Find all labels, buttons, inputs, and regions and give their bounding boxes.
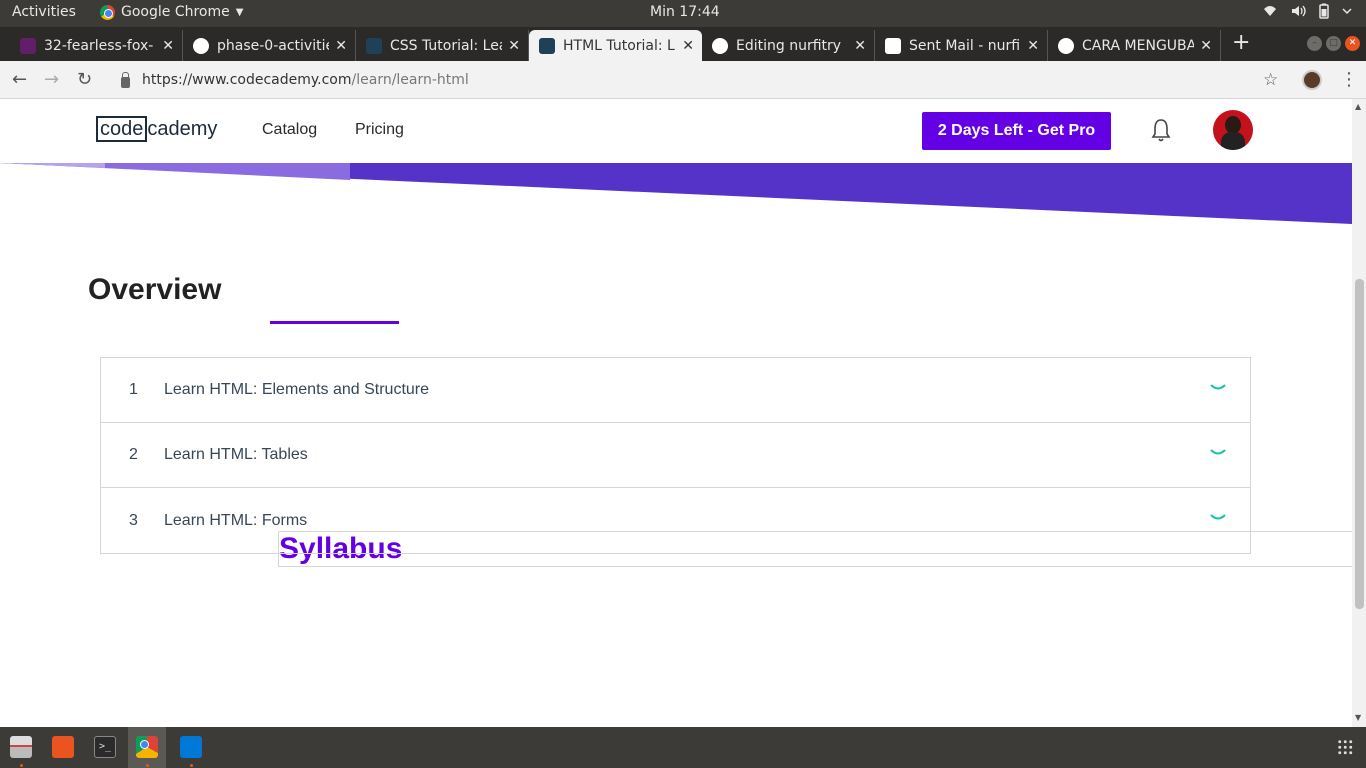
slack-icon [20, 37, 36, 54]
address-bar[interactable]: https://www.codecademy.com/learn/learn-h… [112, 66, 1292, 94]
banner-stripe [0, 163, 1352, 224]
back-icon[interactable]: ← [12, 69, 27, 90]
logo-cademy-text: cademy [147, 117, 218, 140]
forward-icon[interactable]: → [44, 69, 59, 90]
chevron-down-icon[interactable] [1209, 383, 1227, 393]
window-controls: – □ ✕ [1307, 36, 1360, 51]
syllabus-item[interactable]: 2 Learn HTML: Tables [101, 423, 1250, 488]
nav-pricing-link[interactable]: Pricing [355, 121, 404, 139]
chevron-down-icon[interactable] [1209, 448, 1227, 458]
chevron-down-icon[interactable] [1209, 513, 1227, 523]
syllabus-item-title: Learn HTML: Forms [164, 511, 308, 529]
browser-tab[interactable]: Sent Mail - nurfi ✕ [875, 30, 1048, 61]
browser-tab[interactable]: CARA MENGUBA ✕ [1048, 30, 1221, 61]
browser-tab[interactable]: CSS Tutorial: Lea ✕ [356, 30, 529, 61]
syllabus-item-number: 2 [129, 446, 138, 463]
chrome-icon [100, 4, 115, 20]
browser-tab[interactable]: Editing nurfitry ✕ [702, 30, 875, 61]
taskbar: >_ [0, 727, 1366, 768]
browser-tab-strip: 32-fearless-fox- ✕ phase-0-activitie ✕ CSS T… [0, 27, 1366, 61]
show-applications-icon[interactable] [1337, 739, 1353, 755]
browser-tab[interactable]: HTML Tutorial: L ✕ [529, 30, 702, 61]
tab-title: 32-fearless-fox- [44, 37, 154, 54]
files-icon[interactable] [10, 736, 32, 758]
bell-icon[interactable] [1150, 117, 1172, 143]
running-indicator [20, 764, 23, 767]
software-center-icon[interactable] [52, 736, 74, 758]
running-indicator [190, 764, 193, 767]
volume-icon [1292, 5, 1306, 17]
lock-icon [121, 71, 130, 88]
tab-title: CSS Tutorial: Lea [390, 37, 503, 54]
github-icon [193, 37, 209, 54]
syllabus-item-title: Learn HTML: Elements and Structure [164, 381, 430, 398]
app-name: Google Chrome [121, 4, 230, 20]
codecademy-logo[interactable]: code cademy [96, 115, 217, 143]
tab-overview[interactable]: Overview [88, 273, 221, 307]
gmail-icon [885, 37, 901, 54]
user-avatar[interactable] [1213, 110, 1253, 150]
page-scrollbar[interactable]: ▲ ▼ [1352, 99, 1366, 727]
syllabus-item-number: 3 [129, 511, 138, 529]
bookmark-star-icon[interactable]: ☆ [1263, 70, 1278, 90]
new-tab-button[interactable]: + [1232, 30, 1250, 55]
url-path: /learn/learn-html [351, 72, 469, 88]
active-tab-indicator [270, 321, 399, 324]
tab-title: CARA MENGUBA [1082, 37, 1195, 54]
menu-kebab-icon[interactable]: ⋮ [1340, 69, 1358, 90]
close-tab-icon[interactable]: ✕ [508, 38, 520, 54]
chrome-icon[interactable] [136, 736, 158, 758]
browser-tab[interactable]: phase-0-activitie ✕ [183, 30, 356, 61]
reload-icon[interactable]: ↻ [77, 69, 92, 90]
url-host: https://www.codecademy.com [142, 72, 352, 88]
nav-catalog-link[interactable]: Catalog [262, 121, 317, 139]
running-indicator [146, 764, 149, 767]
close-tab-icon[interactable]: ✕ [162, 38, 174, 54]
syllabus-item[interactable]: 3 Learn HTML: Forms [101, 488, 1250, 553]
codecademy-icon [366, 37, 382, 54]
tab-title: Editing nurfitry [736, 37, 842, 54]
codecademy-icon [539, 37, 555, 54]
close-window-button[interactable]: ✕ [1345, 36, 1360, 51]
close-tab-icon[interactable]: ✕ [1027, 38, 1039, 54]
syllabus-item-number: 1 [129, 381, 138, 398]
syllabus-item-title: Learn HTML: Tables [164, 446, 308, 463]
system-top-bar: Activities Google Chrome ▼ Min 17:44 [0, 0, 1366, 27]
site-header: code cademy Catalog Pricing 2 Days Left -… [0, 99, 1352, 163]
close-tab-icon[interactable]: ✕ [1200, 38, 1212, 54]
logo-code-text: code [96, 116, 148, 142]
browser-toolbar: ← → ↻ https://www.codecademy.com/learn/l… [0, 61, 1366, 99]
syllabus-item[interactable]: 1 Learn HTML: Elements and Structure [101, 358, 1250, 423]
syllabus-list: 1 Learn HTML: Elements and Structure 2 Lear… [100, 357, 1251, 554]
close-tab-icon[interactable]: ✕ [682, 38, 694, 54]
page-viewport: code cademy Catalog Pricing 2 Days Left -… [0, 99, 1352, 727]
browser-tab[interactable]: 32-fearless-fox- ✕ [10, 30, 183, 61]
battery-icon [1319, 3, 1329, 19]
activities-button[interactable]: Activities [12, 4, 76, 20]
get-pro-button[interactable]: 2 Days Left - Get Pro [922, 112, 1111, 150]
caret-down-icon: ▼ [235, 6, 244, 18]
clock[interactable]: Min 17:44 [650, 4, 720, 20]
chevron-down-icon [1342, 8, 1352, 15]
app-menu[interactable]: Google Chrome ▼ [100, 4, 243, 20]
maximize-button[interactable]: □ [1326, 36, 1341, 51]
google-icon [1058, 37, 1074, 54]
terminal-icon[interactable]: >_ [94, 736, 116, 758]
github-icon [712, 37, 728, 54]
wifi-icon [1264, 6, 1276, 16]
system-tray[interactable] [1262, 3, 1352, 19]
tab-title: Sent Mail - nurfi [909, 37, 1021, 54]
profile-avatar-icon[interactable] [1302, 70, 1322, 90]
minimize-button[interactable]: – [1307, 36, 1322, 51]
tab-title: phase-0-activitie [217, 37, 330, 54]
vscode-icon[interactable] [180, 736, 202, 758]
scroll-down-icon[interactable]: ▼ [1355, 713, 1361, 722]
close-tab-icon[interactable]: ✕ [335, 38, 347, 54]
scroll-thumb[interactable] [1355, 279, 1364, 609]
scroll-up-icon[interactable]: ▲ [1355, 102, 1361, 111]
tab-title: HTML Tutorial: L [563, 37, 675, 54]
close-tab-icon[interactable]: ✕ [854, 38, 866, 54]
